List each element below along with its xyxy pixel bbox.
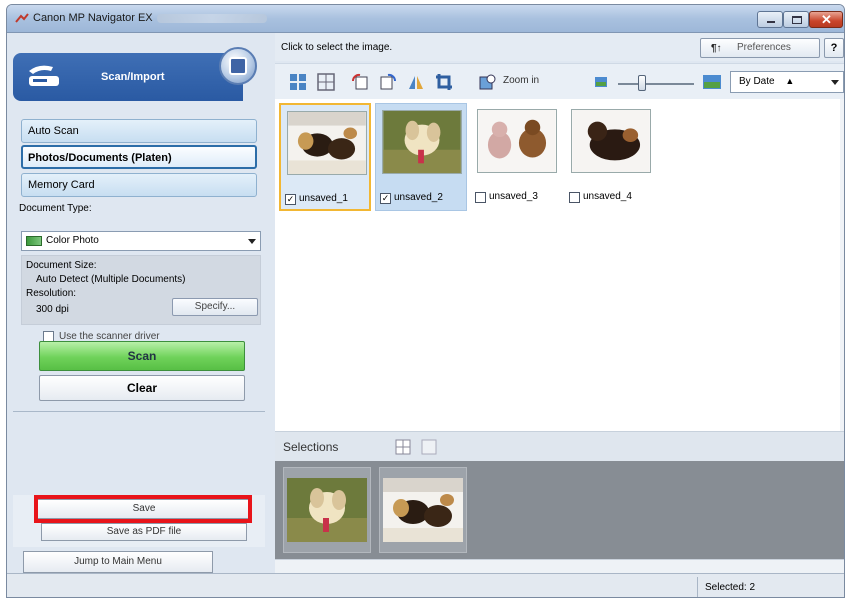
- thumbnail-size-slider-knob[interactable]: [638, 75, 646, 91]
- scan-import-label: Scan/Import: [101, 71, 165, 83]
- status-divider: [697, 577, 698, 597]
- large-thumbnail-icon[interactable]: [703, 75, 721, 89]
- select-all-icon[interactable]: [289, 73, 307, 91]
- save-area: Save Save as PDF file: [13, 495, 265, 547]
- rotate-left-icon[interactable]: [351, 73, 369, 91]
- title-bar[interactable]: Canon MP Navigator EX ✕: [7, 5, 844, 33]
- small-thumbnail-icon[interactable]: [595, 77, 607, 87]
- document-info-box: Document Size: Auto Detect (Multiple Doc…: [21, 255, 261, 325]
- right-panel: Click to select the image. ¶↑ Preference…: [275, 33, 844, 573]
- navigator-menu-icon[interactable]: [229, 57, 247, 75]
- panel-divider: [13, 411, 265, 412]
- save-as-pdf-button[interactable]: Save as PDF file: [41, 523, 247, 541]
- document-type-select[interactable]: Color Photo: [21, 231, 261, 251]
- window-title: Canon MP Navigator EX: [33, 12, 153, 24]
- thumbnail-size-slider-track[interactable]: [618, 83, 694, 85]
- document-type-value: Color Photo: [46, 235, 99, 246]
- document-size-value: Auto Detect (Multiple Documents): [36, 274, 186, 285]
- thumbnail-checkbox[interactable]: [569, 192, 580, 203]
- title-extra-blurred: [157, 14, 267, 23]
- thumbnail-name: unsaved_3: [489, 191, 538, 202]
- thumbnail-image: [477, 109, 557, 173]
- thumbnail-name: unsaved_4: [583, 191, 632, 202]
- selected-thumbnail-image: [383, 478, 463, 542]
- selected-thumbnail[interactable]: [379, 467, 467, 553]
- left-panel: Scan/Import Auto Scan Photos/Documents (…: [7, 33, 270, 573]
- status-bar: Selected: 2: [7, 573, 844, 597]
- thumbnail-name: unsaved_2: [394, 192, 443, 203]
- save-highlight-box: [34, 495, 252, 523]
- selected-thumbnail[interactable]: [283, 467, 371, 553]
- app-logo-icon: [15, 13, 29, 23]
- jump-to-main-menu-button[interactable]: Jump to Main Menu: [23, 551, 213, 573]
- image-toolbar: Zoom in By Date ▲: [275, 63, 844, 99]
- preferences-icon: ¶↑: [711, 43, 722, 54]
- thumbnail-checkbox[interactable]: ✓: [380, 193, 391, 204]
- mode-photos-documents-platen[interactable]: Photos/Documents (Platen): [21, 145, 257, 169]
- selections-label: Selections: [283, 440, 339, 454]
- grid-view-icon[interactable]: [395, 439, 411, 455]
- zoom-in-icon[interactable]: [479, 73, 497, 91]
- thumbnail-image: [287, 111, 367, 175]
- help-button[interactable]: ?: [824, 38, 844, 58]
- mode-auto-scan[interactable]: Auto Scan: [21, 119, 257, 143]
- thumbnail-item[interactable]: unsaved_4: [565, 103, 657, 211]
- close-button[interactable]: ✕: [809, 11, 843, 28]
- top-bar: Click to select the image. ¶↑ Preference…: [275, 33, 844, 61]
- document-type-label: Document Type:: [19, 203, 92, 214]
- resolution-label: Resolution:: [26, 288, 77, 299]
- hint-text: Click to select the image.: [281, 42, 393, 53]
- scan-import-header: Scan/Import: [13, 39, 265, 105]
- sort-value: By Date: [739, 76, 775, 87]
- sort-ascending-icon: ▲: [785, 76, 795, 86]
- selected-count: Selected: 2: [705, 582, 756, 593]
- thumbnail-checkbox[interactable]: [475, 192, 486, 203]
- clear-button[interactable]: Clear: [39, 375, 245, 401]
- thumbnail-item[interactable]: ✓ unsaved_2: [375, 103, 467, 211]
- minimize-button[interactable]: [757, 11, 783, 28]
- thumbnail-image: [382, 110, 462, 174]
- preferences-label: Preferences: [737, 42, 791, 53]
- mirror-icon[interactable]: [407, 73, 425, 91]
- sort-select[interactable]: By Date ▲: [730, 71, 844, 93]
- maximize-button[interactable]: [783, 11, 809, 28]
- selected-thumbnail-image: [287, 478, 367, 542]
- selections-bar: Selections: [275, 431, 844, 461]
- deselect-all-icon[interactable]: [317, 73, 335, 91]
- color-photo-icon: [26, 236, 42, 246]
- app-window: Canon MP Navigator EX ✕ Scan/Import Auto…: [6, 4, 845, 598]
- thumbnail-item[interactable]: unsaved_3: [471, 103, 563, 211]
- horizontal-scrollbar[interactable]: [275, 559, 844, 573]
- single-view-icon[interactable]: [421, 439, 437, 455]
- zoom-in-label[interactable]: Zoom in: [503, 75, 539, 86]
- thumbnail-name: unsaved_1: [299, 193, 348, 204]
- thumbnail-area: ✓ unsaved_1 ✓ unsaved_2 unsaved_3 unsave…: [275, 99, 840, 431]
- scan-button[interactable]: Scan: [39, 341, 245, 371]
- document-size-label: Document Size:: [26, 260, 97, 271]
- thumbnail-image: [571, 109, 651, 173]
- preferences-button[interactable]: ¶↑ Preferences: [700, 38, 820, 58]
- rotate-right-icon[interactable]: [379, 73, 397, 91]
- scanner-icon: [29, 65, 59, 86]
- vertical-scrollbar[interactable]: [840, 99, 844, 431]
- chevron-down-icon: [248, 239, 256, 244]
- crop-icon[interactable]: [435, 73, 453, 91]
- selections-strip: [275, 461, 844, 559]
- specify-button[interactable]: Specify...: [172, 298, 258, 316]
- chevron-down-icon: [831, 80, 839, 85]
- thumbnail-checkbox[interactable]: ✓: [285, 194, 296, 205]
- resolution-value: 300 dpi: [36, 304, 69, 315]
- close-icon: ✕: [821, 12, 832, 27]
- thumbnail-item[interactable]: ✓ unsaved_1: [279, 103, 371, 211]
